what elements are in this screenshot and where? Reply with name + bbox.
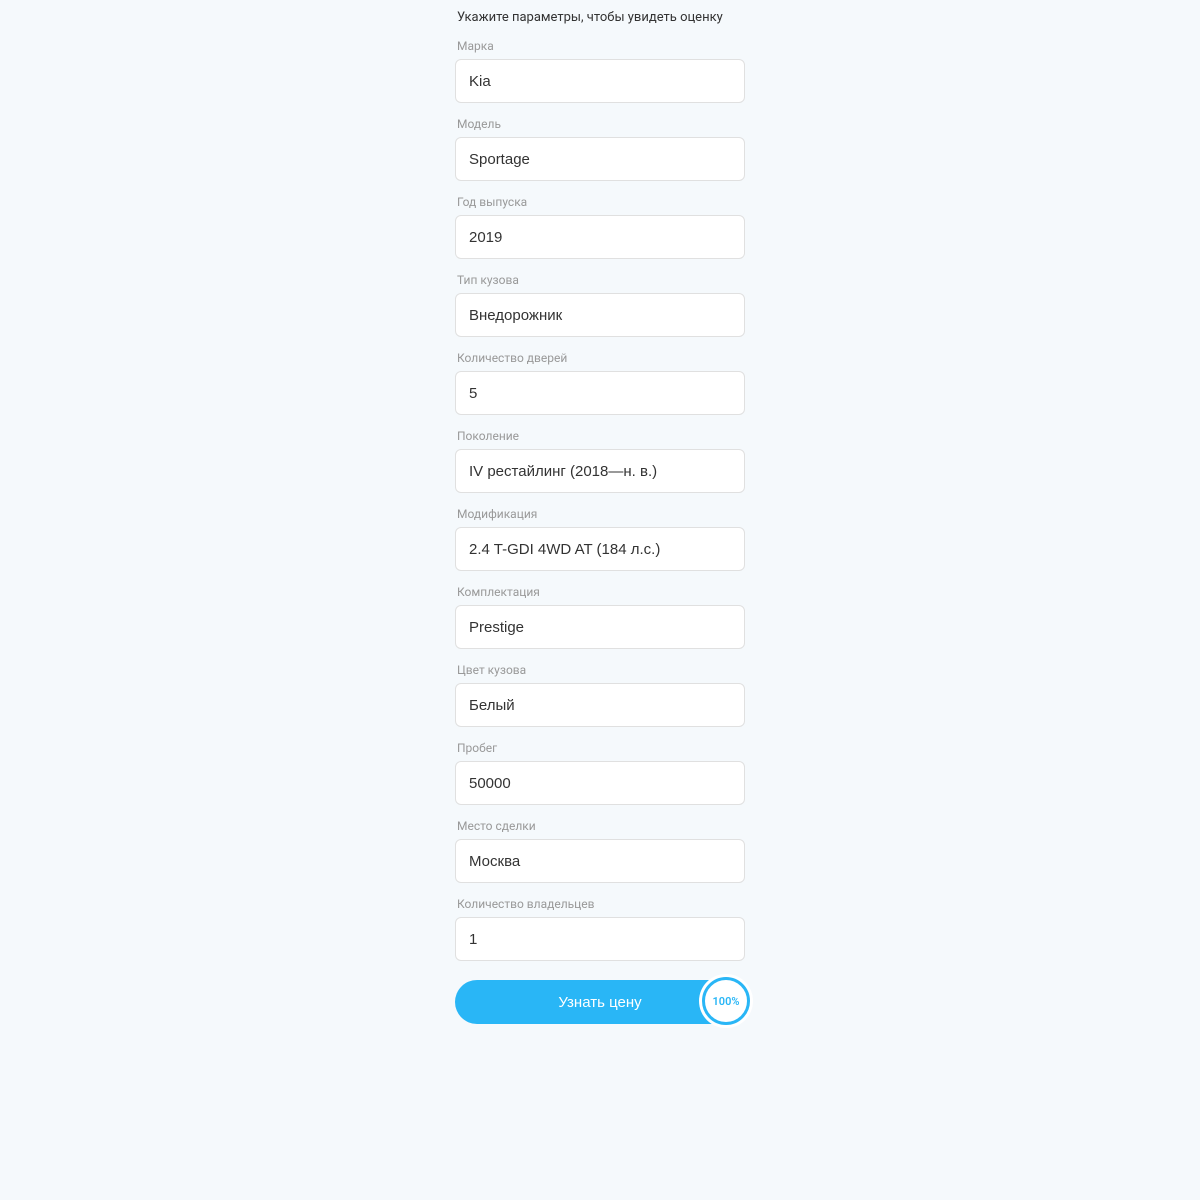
valuation-form: Укажите параметры, чтобы увидеть оценку … <box>455 10 745 1200</box>
input-modification[interactable] <box>455 527 745 571</box>
input-owners[interactable] <box>455 917 745 961</box>
form-subtitle: Укажите параметры, чтобы увидеть оценку <box>455 10 745 25</box>
field-label-year: Год выпуска <box>455 195 745 209</box>
field-body: Тип кузова <box>455 273 745 337</box>
input-body[interactable] <box>455 293 745 337</box>
field-label-model: Модель <box>455 117 745 131</box>
field-label-owners: Количество владельцев <box>455 897 745 911</box>
input-model[interactable] <box>455 137 745 181</box>
input-color[interactable] <box>455 683 745 727</box>
field-owners: Количество владельцев <box>455 897 745 961</box>
field-mileage: Пробег <box>455 741 745 805</box>
input-doors[interactable] <box>455 371 745 415</box>
progress-badge: 100% <box>702 977 750 1025</box>
field-brand: Марка <box>455 39 745 103</box>
field-label-mileage: Пробег <box>455 741 745 755</box>
field-label-trim: Комплектация <box>455 585 745 599</box>
field-label-modification: Модификация <box>455 507 745 521</box>
field-label-color: Цвет кузова <box>455 663 745 677</box>
input-trim[interactable] <box>455 605 745 649</box>
field-generation: Поколение <box>455 429 745 493</box>
field-color: Цвет кузова <box>455 663 745 727</box>
field-year: Год выпуска <box>455 195 745 259</box>
field-trim: Комплектация <box>455 585 745 649</box>
submit-wrapper: Узнать цену 100% <box>455 980 745 1024</box>
field-label-brand: Марка <box>455 39 745 53</box>
input-mileage[interactable] <box>455 761 745 805</box>
field-label-body: Тип кузова <box>455 273 745 287</box>
input-year[interactable] <box>455 215 745 259</box>
field-location: Место сделки <box>455 819 745 883</box>
field-doors: Количество дверей <box>455 351 745 415</box>
field-modification: Модификация <box>455 507 745 571</box>
field-label-location: Место сделки <box>455 819 745 833</box>
field-label-doors: Количество дверей <box>455 351 745 365</box>
field-label-generation: Поколение <box>455 429 745 443</box>
input-location[interactable] <box>455 839 745 883</box>
input-generation[interactable] <box>455 449 745 493</box>
input-brand[interactable] <box>455 59 745 103</box>
field-model: Модель <box>455 117 745 181</box>
